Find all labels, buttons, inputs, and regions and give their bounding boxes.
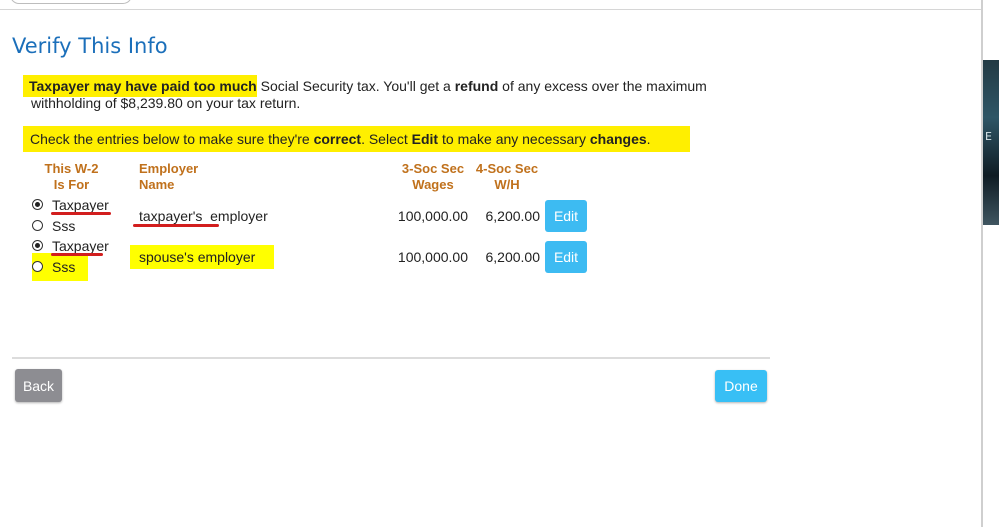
row2-wages: 100,000.00 [397, 249, 468, 265]
back-button[interactable]: Back [15, 369, 62, 402]
row1-taxpayer-underline [51, 212, 111, 215]
top-divider [0, 9, 981, 10]
header-employer: Employer Name [139, 161, 198, 193]
header-wh-line1: 4-Soc Sec [475, 161, 539, 176]
header-wages-line1: 3-Soc Sec [401, 161, 465, 176]
header-w2-line1: This W-2 [44, 161, 99, 176]
intro-highlight: Taxpayer may have paid too much [23, 75, 257, 97]
header-soc-sec-wages: 3-Soc Sec Wages [398, 161, 468, 193]
instruction-edit: Edit [411, 131, 439, 147]
row1-radio-taxpayer[interactable] [32, 199, 43, 210]
footer-divider [12, 357, 770, 359]
intro-message: Taxpayer may have paid too much Social S… [23, 75, 771, 112]
background-glyph: E [985, 130, 992, 143]
row2-radio-taxpayer[interactable] [32, 240, 43, 251]
instruction-part4: . [646, 131, 651, 147]
header-wages-line2: Wages [412, 177, 454, 192]
row2-withholding: 6,200.00 [485, 249, 541, 265]
row1-label-spouse[interactable]: Sss [52, 218, 75, 234]
header-soc-sec-wh: 4-Soc Sec W/H [472, 161, 542, 193]
background-image-strip: E [983, 60, 999, 225]
header-w2-for: This W-2 Is For [43, 161, 100, 193]
instruction-message: Check the entries below to make sure the… [23, 126, 690, 152]
header-employer-line1: Employer [139, 161, 199, 176]
instruction-correct: correct [313, 131, 362, 147]
row1-wages: 100,000.00 [397, 208, 468, 224]
row1-employer-underline [133, 224, 219, 227]
intro-text-part2: Social Security tax. You'll get a [256, 78, 455, 94]
header-w2-line2: Is For [53, 177, 90, 192]
instruction-part1: Check the entries below to make sure the… [30, 131, 314, 147]
row1-edit-button[interactable]: Edit [545, 200, 587, 232]
row1-withholding: 6,200.00 [485, 208, 541, 224]
row2-radio-spouse[interactable] [32, 261, 43, 272]
header-wh-line2: W/H [494, 177, 520, 192]
row2-label-taxpayer[interactable]: Taxpayer [52, 238, 109, 254]
row2-edit-button[interactable]: Edit [545, 241, 587, 273]
intro-refund: refund [454, 78, 499, 94]
header-employer-line2: Name [139, 177, 175, 192]
row2-label-spouse[interactable]: Sss [52, 259, 75, 275]
row2-employer-name: spouse's employer [139, 249, 256, 265]
row1-label-taxpayer[interactable]: Taxpayer [52, 197, 109, 213]
instruction-part2: . Select [361, 131, 412, 147]
top-tab-outline [10, 0, 132, 4]
row2-taxpayer-underline [51, 253, 103, 256]
instruction-changes: changes [589, 131, 647, 147]
instruction-part3: to make any necessary [438, 131, 590, 147]
row1-radio-spouse[interactable] [32, 220, 43, 231]
done-button[interactable]: Done [715, 370, 767, 402]
page-title: Verify This Info [12, 34, 168, 58]
row1-employer-name: taxpayer's employer [139, 208, 268, 224]
